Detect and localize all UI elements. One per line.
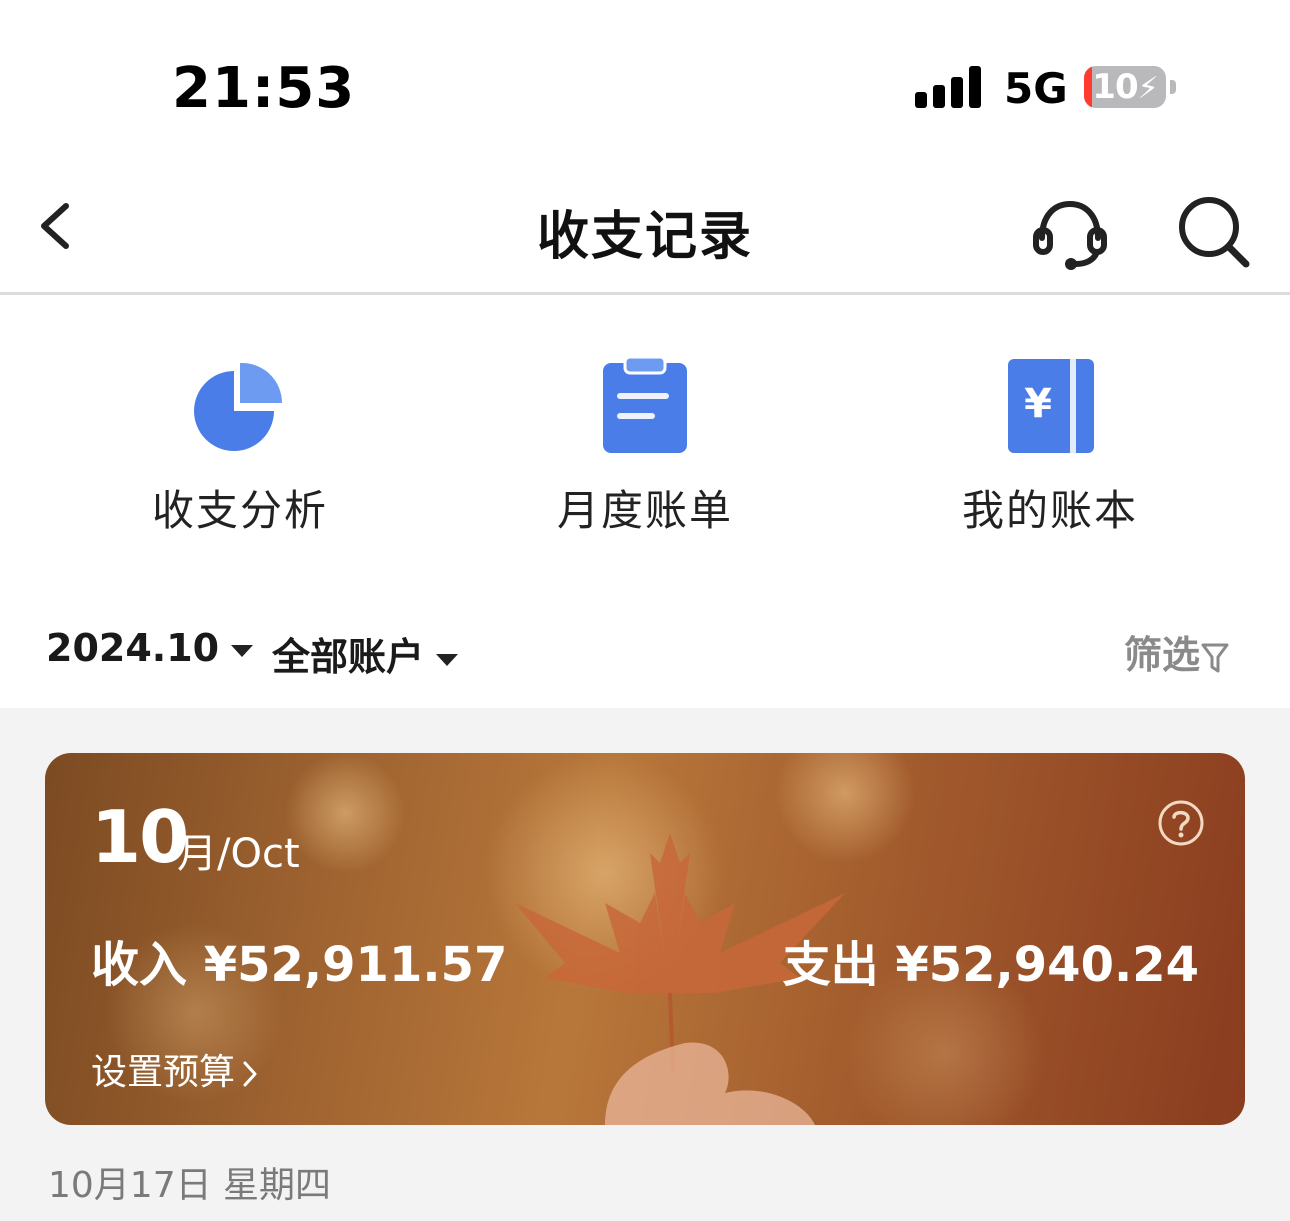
account-selector-label: 全部账户	[272, 635, 425, 679]
search-icon[interactable]	[1174, 192, 1254, 272]
income-total: 收入 ¥52,911.57	[91, 937, 508, 993]
shortcut-grid: 收支分析 月度账单 ¥ 我的账本	[0, 295, 1290, 595]
battery-icon: 10⚡	[1084, 66, 1166, 108]
pie-chart-icon	[194, 362, 283, 451]
month-summary-card: 10 月/Oct 收入 ¥52,911.57 支出 ¥52,940.24 设置预…	[45, 753, 1245, 1125]
headset-icon[interactable]	[1030, 194, 1110, 274]
page: 21:53 5G 10⚡ 收支记录 收支分析 月度账单 ¥ 我的账本 2024.…	[0, 0, 1290, 1221]
shortcut-my-ledger[interactable]: ¥ 我的账本	[920, 355, 1180, 555]
month-text: 月/Oct	[177, 831, 300, 877]
chevron-right-icon	[243, 1061, 257, 1087]
month-number: 10	[91, 795, 189, 879]
battery-percent: 10	[1092, 67, 1138, 107]
filter-row: 2024.10 全部账户 筛选	[0, 600, 1290, 708]
account-selector[interactable]: 全部账户	[272, 626, 459, 681]
date-selector-label: 2024.10	[46, 626, 220, 670]
funnel-icon	[1201, 643, 1229, 672]
caret-down-icon	[231, 644, 254, 657]
svg-text:¥: ¥	[1024, 381, 1052, 427]
date-selector[interactable]: 2024.10	[46, 626, 254, 670]
clipboard-icon	[603, 355, 687, 453]
status-time: 21:53	[172, 56, 356, 121]
shortcut-label: 月度账单	[556, 486, 733, 535]
ledger-book-icon: ¥	[1008, 359, 1094, 453]
filter-label: 筛选	[1124, 633, 1201, 677]
date-group-header: 10月17日 星期四	[48, 1165, 332, 1206]
help-icon[interactable]	[1157, 799, 1205, 847]
set-budget-label: 设置预算	[91, 1052, 236, 1093]
signal-icon	[915, 66, 985, 108]
shortcut-income-analysis[interactable]: 收支分析	[110, 355, 370, 555]
battery-cap	[1170, 80, 1176, 94]
shortcut-label: 我的账本	[961, 486, 1138, 535]
nav-bar: 收支记录	[0, 160, 1290, 295]
set-budget-link[interactable]: 设置预算	[91, 1043, 259, 1095]
shortcut-label: 收支分析	[151, 486, 328, 535]
filter-button[interactable]: 筛选	[1124, 624, 1230, 679]
network-type: 5G	[1004, 64, 1068, 113]
expense-total: 支出 ¥52,940.24	[782, 937, 1199, 993]
caret-down-icon	[436, 653, 459, 666]
status-bar: 21:53 5G 10⚡	[0, 0, 1290, 160]
shortcut-monthly-bill[interactable]: 月度账单	[515, 355, 775, 555]
